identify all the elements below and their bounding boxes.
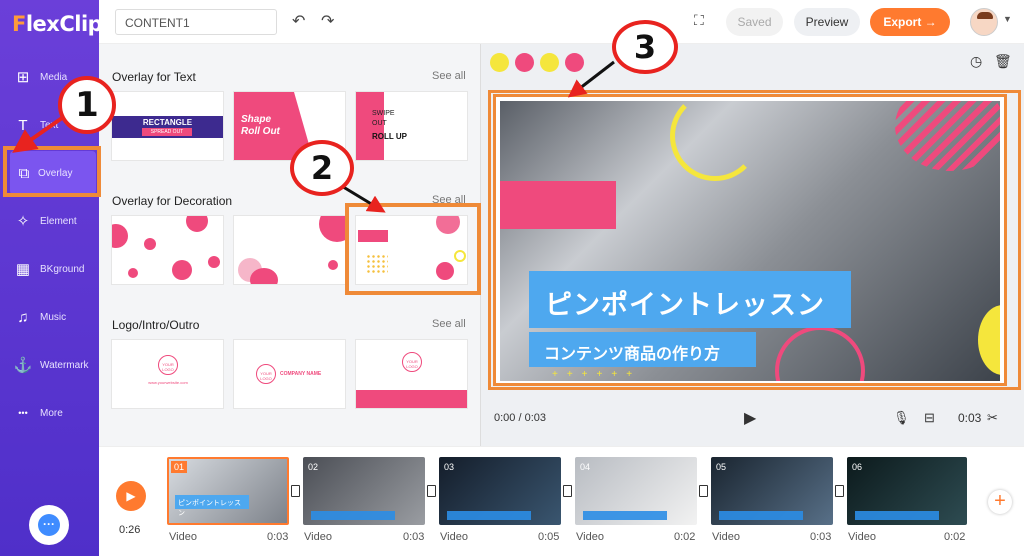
arrow-2 xyxy=(339,183,386,213)
arrow-3 xyxy=(567,60,615,98)
annotation-arrows xyxy=(12,60,615,213)
arrow-1 xyxy=(12,116,64,153)
annotation-marker-3: 3 xyxy=(612,20,678,74)
annotation-marker-2: 2 xyxy=(290,140,354,196)
annotation-marker-1: 1 xyxy=(58,76,116,134)
